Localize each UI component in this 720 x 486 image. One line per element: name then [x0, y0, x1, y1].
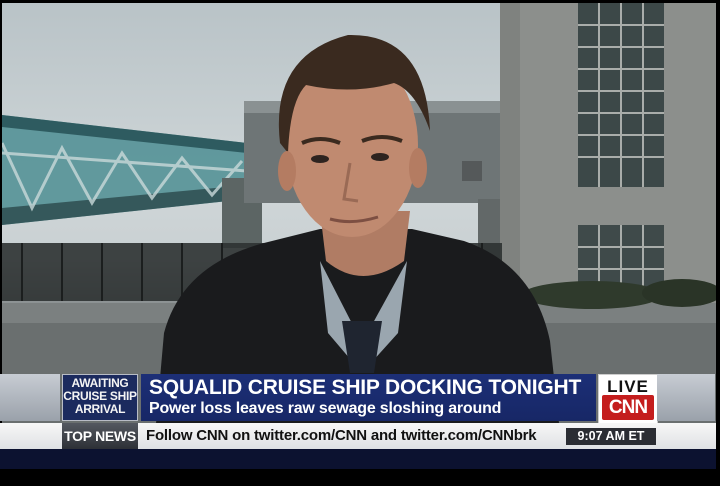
lower-third-left-accent — [0, 374, 60, 421]
bottom-bar — [0, 449, 716, 469]
lower-third-right-accent — [657, 374, 715, 421]
live-label: LIVE — [607, 377, 649, 396]
live-network-bug: LIVE CNN — [598, 374, 658, 424]
broadcast-frame: AWAITING CRUISE SHIP ARRIVAL SQUALID CRU… — [0, 0, 720, 486]
story-tag-box: AWAITING CRUISE SHIP ARRIVAL — [62, 374, 138, 421]
headline-text: SQUALID CRUISE SHIP DOCKING TONIGHT — [149, 376, 582, 399]
ticker-text: Follow CNN on twitter.com/CNN and twitte… — [146, 427, 537, 444]
headline-banner: SQUALID CRUISE SHIP DOCKING TONIGHT Powe… — [141, 374, 596, 421]
subhead-text: Power loss leaves raw sewage sloshing ar… — [149, 400, 502, 417]
cnn-logo: CNN — [602, 395, 654, 420]
story-tag-line: ARRIVAL — [74, 402, 126, 416]
broadcast-clock: 9:07 AM ET — [566, 428, 656, 445]
ticker-label: TOP NEWS — [62, 423, 138, 449]
